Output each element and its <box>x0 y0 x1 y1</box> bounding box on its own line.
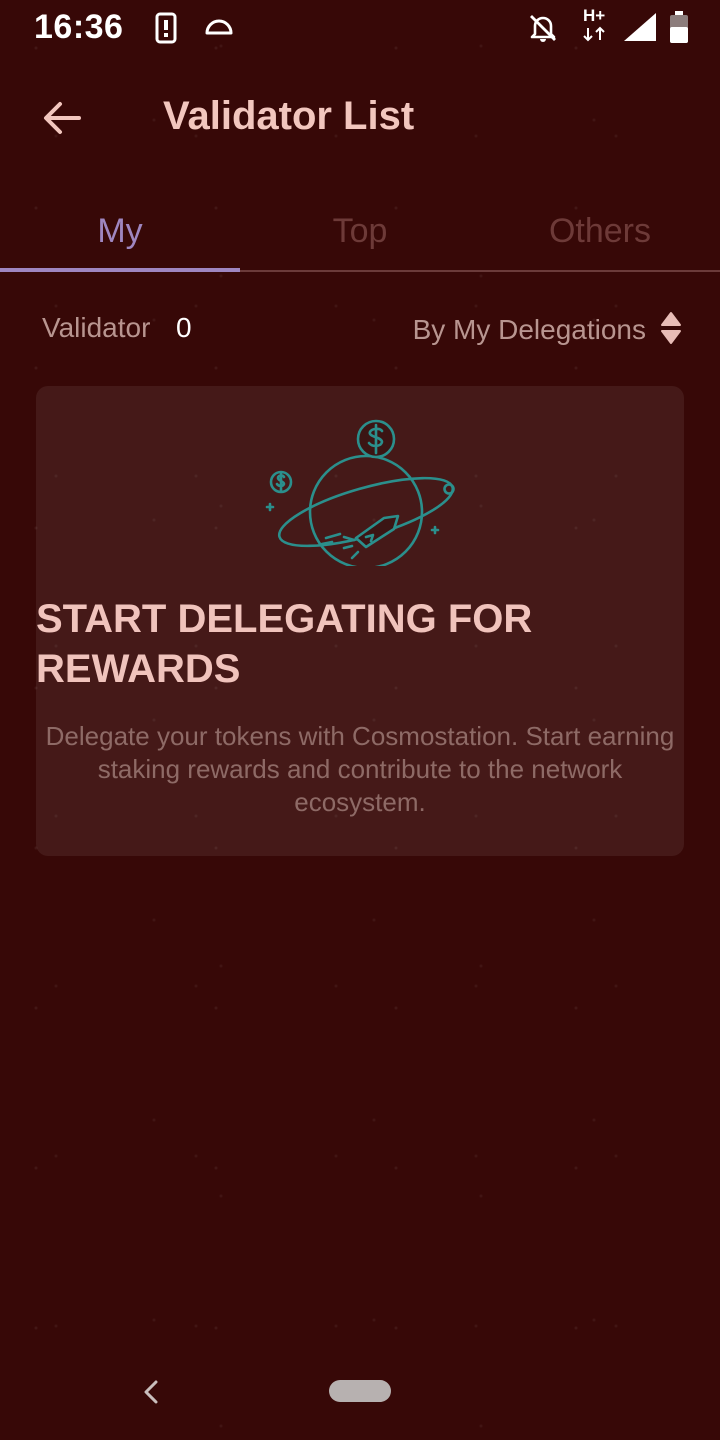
battery-icon <box>669 10 689 44</box>
nav-home-pill-icon[interactable] <box>329 1380 391 1402</box>
phone-icon <box>155 12 177 44</box>
validator-count-value: 0 <box>176 312 192 343</box>
arch-icon <box>204 18 234 36</box>
empty-state-title: START DELEGATING FOR REWARDS <box>36 597 533 691</box>
tab-others[interactable]: Others <box>480 192 720 270</box>
empty-state-description: Delegate your tokens with Cosmostation. … <box>45 721 675 817</box>
status-bar: 16:36 H+ <box>0 0 720 56</box>
rocket-planet-coin-icon <box>264 416 464 570</box>
tab-bar: My Top Others <box>0 192 720 272</box>
sort-label: By My Delegations <box>412 314 646 345</box>
nav-back-icon[interactable] <box>138 1374 166 1410</box>
tab-my[interactable]: My <box>0 192 240 272</box>
sort-updown-icon <box>660 311 682 350</box>
status-time: 16:36 <box>34 8 124 46</box>
tab-top[interactable]: Top <box>240 192 480 270</box>
network-type-label: H+ <box>583 6 606 25</box>
network-type-icon: H+ <box>580 6 614 44</box>
app-bar: Validator List <box>0 70 720 166</box>
empty-state-card: START DELEGATING FOR REWARDS Delegate yo… <box>36 386 684 856</box>
back-button[interactable] <box>34 92 90 148</box>
summary-row: Validator 0 By My Delegations <box>42 308 682 352</box>
arrow-left-icon <box>42 100 82 141</box>
page-title: Validator List <box>163 94 415 138</box>
system-nav-bar <box>0 1340 720 1440</box>
bell-off-icon <box>527 12 559 44</box>
validator-count-label: Validator <box>42 312 151 343</box>
signal-icon <box>622 12 658 42</box>
sort-button[interactable]: By My Delegations <box>413 308 682 352</box>
